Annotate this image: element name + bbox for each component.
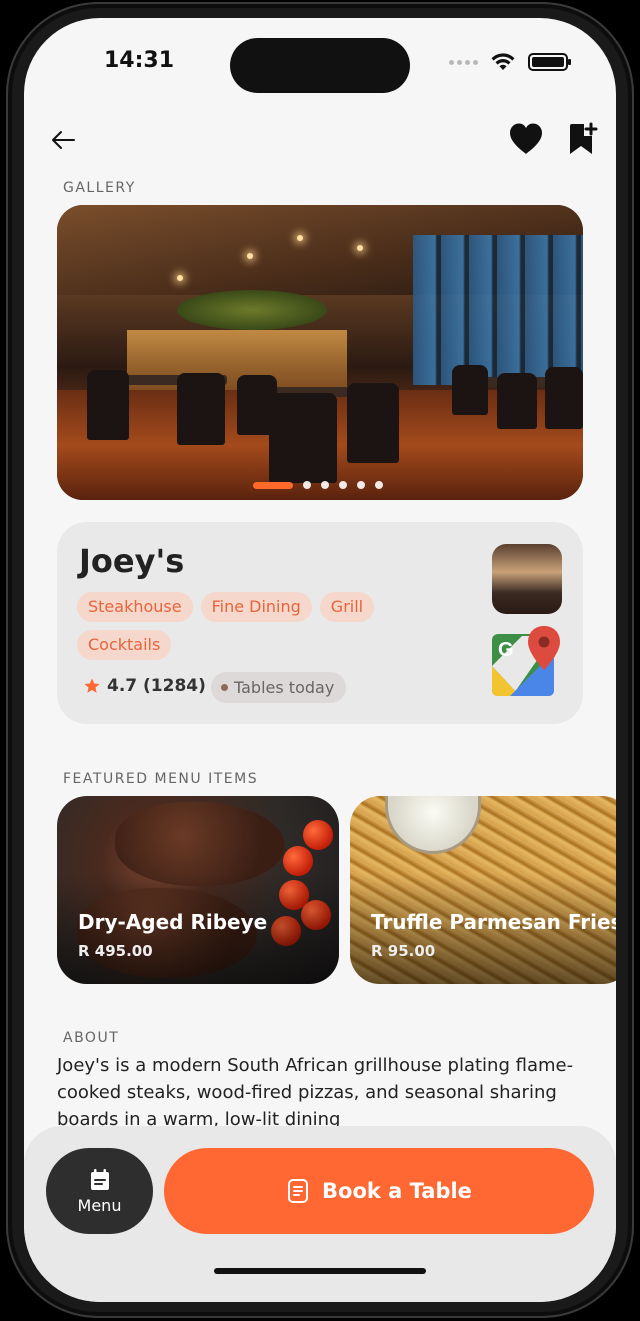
- gallery-carousel[interactable]: [57, 205, 583, 500]
- home-indicator[interactable]: [214, 1268, 426, 1274]
- favorite-button[interactable]: [508, 122, 544, 156]
- status-icons: [449, 52, 571, 72]
- svg-text:G: G: [498, 639, 514, 661]
- google-maps-button[interactable]: G: [492, 626, 562, 698]
- ceiling-light: [297, 235, 303, 241]
- dynamic-island: [230, 38, 410, 93]
- google-maps-icon: G: [492, 626, 560, 696]
- calendar-menu-icon: [90, 1168, 109, 1190]
- dining-chair: [347, 383, 399, 463]
- heart-icon: [510, 123, 542, 154]
- menu-card-fries[interactable]: Truffle Parmesan Fries R 95.00: [350, 796, 616, 984]
- save-button[interactable]: [568, 122, 598, 156]
- dip-bowl-image: [385, 796, 481, 854]
- dining-chair: [177, 373, 225, 445]
- featured-menu-list[interactable]: Dry-Aged Ribeye R 495.00 Truffle Parmesa…: [57, 796, 616, 984]
- gallery-plants: [177, 290, 327, 330]
- availability-badge: Tables today: [211, 672, 347, 703]
- carousel-dot[interactable]: [303, 481, 311, 489]
- gallery-windows: [413, 235, 583, 385]
- menu-button-label: Menu: [77, 1195, 122, 1215]
- back-button[interactable]: [48, 128, 78, 152]
- arrow-left-icon: [52, 131, 75, 149]
- gallery-heading: GALLERY: [63, 180, 136, 196]
- document-icon: [288, 1179, 309, 1203]
- tag-steakhouse[interactable]: Steakhouse: [77, 592, 193, 622]
- menu-item-name: Truffle Parmesan Fries: [371, 910, 616, 934]
- restaurant-name: Joey's: [79, 542, 185, 580]
- carousel-indicator: [253, 481, 383, 489]
- tag-fine-dining[interactable]: Fine Dining: [200, 592, 312, 622]
- tomato-image: [283, 846, 313, 876]
- status-dot: [221, 684, 228, 691]
- carousel-dot[interactable]: [339, 481, 347, 489]
- signal-icon: [449, 59, 478, 65]
- about-text: Joey's is a modern South African grillho…: [57, 1055, 574, 1130]
- battery-icon: [528, 53, 571, 71]
- dining-chair: [269, 393, 337, 483]
- restaurant-thumbnail[interactable]: [492, 544, 562, 614]
- menu-item-price: R 495.00: [78, 942, 153, 960]
- tag-grill[interactable]: Grill: [319, 592, 375, 622]
- carousel-dot[interactable]: [321, 481, 329, 489]
- dining-chair: [497, 373, 537, 429]
- bottom-action-bar: Menu Book a Table: [24, 1126, 616, 1302]
- menu-button[interactable]: Menu: [46, 1148, 153, 1234]
- app-screen: 14:31 GALLERY Joey's Steakhouse Fine Din…: [24, 18, 616, 1302]
- book-table-button[interactable]: Book a Table: [164, 1148, 594, 1234]
- menu-item-price: R 95.00: [371, 942, 436, 960]
- featured-heading: FEATURED MENU ITEMS: [63, 771, 259, 787]
- tag-cocktails[interactable]: Cocktails: [77, 630, 172, 660]
- ceiling-light: [357, 245, 363, 251]
- book-table-label: Book a Table: [322, 1179, 472, 1203]
- dining-chair: [545, 367, 583, 429]
- restaurant-info-card: Joey's Steakhouse Fine Dining Grill Cock…: [57, 522, 583, 724]
- menu-item-name: Dry-Aged Ribeye: [78, 910, 268, 934]
- carousel-dot[interactable]: [357, 481, 365, 489]
- bookmark-plus-icon: [570, 122, 598, 154]
- rating: 4.7 (1284): [83, 676, 206, 696]
- about-heading: ABOUT: [63, 1030, 120, 1046]
- rating-text: 4.7 (1284): [107, 676, 206, 696]
- tomato-image: [303, 820, 333, 850]
- status-time: 14:31: [104, 48, 175, 73]
- dining-chair: [452, 365, 488, 415]
- ceiling-light: [247, 253, 253, 259]
- dining-chair: [87, 370, 129, 440]
- availability-text: Tables today: [234, 678, 335, 697]
- wifi-icon: [491, 53, 515, 70]
- ceiling-light: [177, 275, 183, 281]
- carousel-dot[interactable]: [375, 481, 383, 489]
- menu-card-ribeye[interactable]: Dry-Aged Ribeye R 495.00: [57, 796, 339, 984]
- cuisine-tags: Steakhouse Fine Dining Grill Cocktails: [77, 592, 397, 660]
- star-icon: [84, 678, 100, 693]
- carousel-dot-active[interactable]: [253, 481, 293, 489]
